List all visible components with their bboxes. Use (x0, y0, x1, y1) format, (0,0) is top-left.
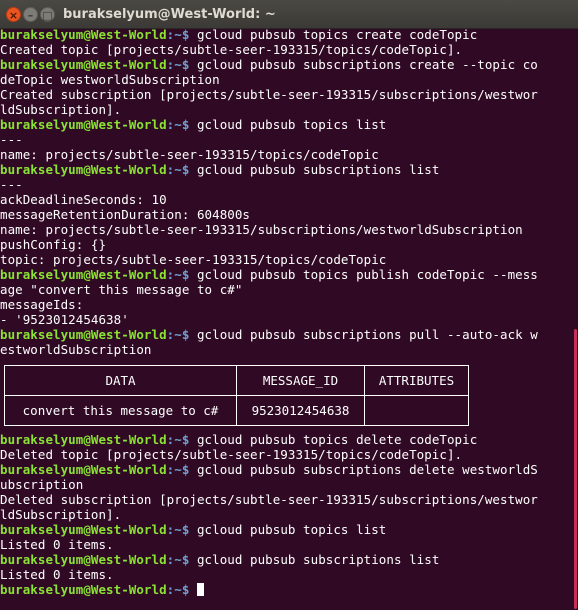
prompt-path: :~$ (166, 57, 190, 72)
prompt-path: :~$ (166, 582, 190, 597)
prompt-path: :~$ (166, 162, 190, 177)
prompt-user: burakselyum@West-World (0, 432, 167, 447)
command-text: gcloud pubsub subscriptions create --top… (189, 57, 538, 72)
command-text: gcloud pubsub topics create codeTopic (189, 27, 478, 42)
output-line: messageIds: (0, 297, 84, 312)
table-cell: 9523012454638 (236, 395, 365, 426)
table-header-cell: DATA (4, 365, 237, 396)
output-line: messageRetentionDuration: 604800s (0, 207, 250, 222)
prompt-user: burakselyum@West-World (0, 522, 167, 537)
output-line: topic: projects/subtle-seer-193315/topic… (0, 252, 387, 267)
prompt-line: burakselyum@West-World:~$ (0, 582, 204, 597)
prompt-line: burakselyum@West-World:~$ gcloud pubsub … (0, 27, 477, 42)
table-row: convert this message to c# 9523012454638 (4, 395, 469, 426)
output-line: age "convert this message to c#" (0, 282, 243, 297)
output-line: Deleted subscription [projects/subtle-se… (0, 492, 538, 507)
prompt-user: burakselyum@West-World (0, 552, 167, 567)
output-line: estworldSubscription (0, 342, 152, 357)
prompt-path: :~$ (166, 117, 190, 132)
prompt-user: burakselyum@West-World (0, 582, 167, 597)
output-line: pushConfig: {} (0, 237, 107, 252)
output-line: --- (0, 132, 23, 147)
prompt-line: burakselyum@West-World:~$ gcloud pubsub … (0, 522, 386, 537)
window-title: burakselyum@West-World: ~ (63, 7, 276, 22)
close-button[interactable]: × (6, 7, 21, 22)
table-header-cell: MESSAGE_ID (236, 365, 365, 396)
terminal-output[interactable]: burakselyum@West-World:~$ gcloud pubsub … (0, 27, 572, 610)
output-line: --- (0, 177, 23, 192)
output-line: Deleted topic [projects/subtle-seer-1933… (0, 447, 463, 462)
command-text: gcloud pubsub subscriptions pull --auto-… (189, 327, 538, 342)
output-line: Listed 0 items. (0, 537, 114, 552)
output-line: Created subscription [projects/subtle-se… (0, 87, 538, 102)
table-header-row: DATA MESSAGE_ID ATTRIBUTES (4, 365, 469, 396)
scrollbar-thumb[interactable] (574, 329, 577, 609)
table-cell: convert this message to c# (4, 395, 237, 426)
prompt-line: burakselyum@West-World:~$ gcloud pubsub … (0, 267, 538, 282)
prompt-line: burakselyum@West-World:~$ gcloud pubsub … (0, 117, 386, 132)
prompt-path: :~$ (166, 522, 190, 537)
maximize-button[interactable]: □ (40, 7, 55, 22)
prompt-user: burakselyum@West-World (0, 462, 167, 477)
output-line: - '9523012454638' (0, 312, 129, 327)
prompt-line: burakselyum@West-World:~$ gcloud pubsub … (0, 327, 538, 342)
command-text: gcloud pubsub topics delete codeTopic (189, 432, 478, 447)
prompt-path: :~$ (166, 552, 190, 567)
prompt-path: :~$ (166, 27, 190, 42)
prompt-user: burakselyum@West-World (0, 327, 167, 342)
command-text: gcloud pubsub topics publish codeTopic -… (189, 267, 538, 282)
pull-results-table: DATA MESSAGE_ID ATTRIBUTES convert this mes… (4, 365, 469, 426)
output-line: Created topic [projects/subtle-seer-1933… (0, 42, 463, 57)
output-line: ubscription (0, 477, 84, 492)
output-line: ackDeadlineSeconds: 10 (0, 192, 167, 207)
output-line: ldSubscription]. (0, 507, 122, 522)
text-cursor[interactable] (196, 583, 204, 596)
prompt-user: burakselyum@West-World (0, 117, 167, 132)
command-text: gcloud pubsub topics list (189, 117, 387, 132)
minimize-button[interactable]: – (23, 7, 38, 22)
command-text (189, 582, 197, 597)
prompt-path: :~$ (166, 327, 190, 342)
table-header-cell: ATTRIBUTES (364, 365, 469, 396)
prompt-path: :~$ (166, 267, 190, 282)
prompt-line: burakselyum@West-World:~$ gcloud pubsub … (0, 162, 439, 177)
output-line: Listed 0 items. (0, 567, 114, 582)
command-text: gcloud pubsub subscriptions list (189, 162, 440, 177)
command-text: gcloud pubsub topics list (189, 522, 387, 537)
prompt-path: :~$ (166, 432, 190, 447)
prompt-user: burakselyum@West-World (0, 162, 167, 177)
title-bar[interactable]: × – □ burakselyum@West-World: ~ (0, 0, 578, 29)
command-text: gcloud pubsub subscriptions delete westw… (189, 462, 538, 477)
prompt-path: :~$ (166, 462, 190, 477)
table-cell (364, 395, 469, 426)
prompt-user: burakselyum@West-World (0, 57, 167, 72)
output-line: deTopic westworldSubscription (0, 72, 220, 87)
prompt-line: burakselyum@West-World:~$ gcloud pubsub … (0, 432, 477, 447)
prompt-line: burakselyum@West-World:~$ gcloud pubsub … (0, 462, 538, 477)
output-line: name: projects/subtle-seer-193315/subscr… (0, 222, 523, 237)
scrollbar[interactable] (572, 29, 578, 610)
prompt-line: burakselyum@West-World:~$ gcloud pubsub … (0, 57, 538, 72)
output-line: ldSubscription]. (0, 102, 122, 117)
prompt-user: burakselyum@West-World (0, 267, 167, 282)
prompt-line: burakselyum@West-World:~$ gcloud pubsub … (0, 552, 439, 567)
command-text: gcloud pubsub subscriptions list (189, 552, 440, 567)
terminal-window: × – □ burakselyum@West-World: ~ buraksel… (0, 0, 578, 610)
prompt-user: burakselyum@West-World (0, 27, 167, 42)
output-line: name: projects/subtle-seer-193315/topics… (0, 147, 379, 162)
